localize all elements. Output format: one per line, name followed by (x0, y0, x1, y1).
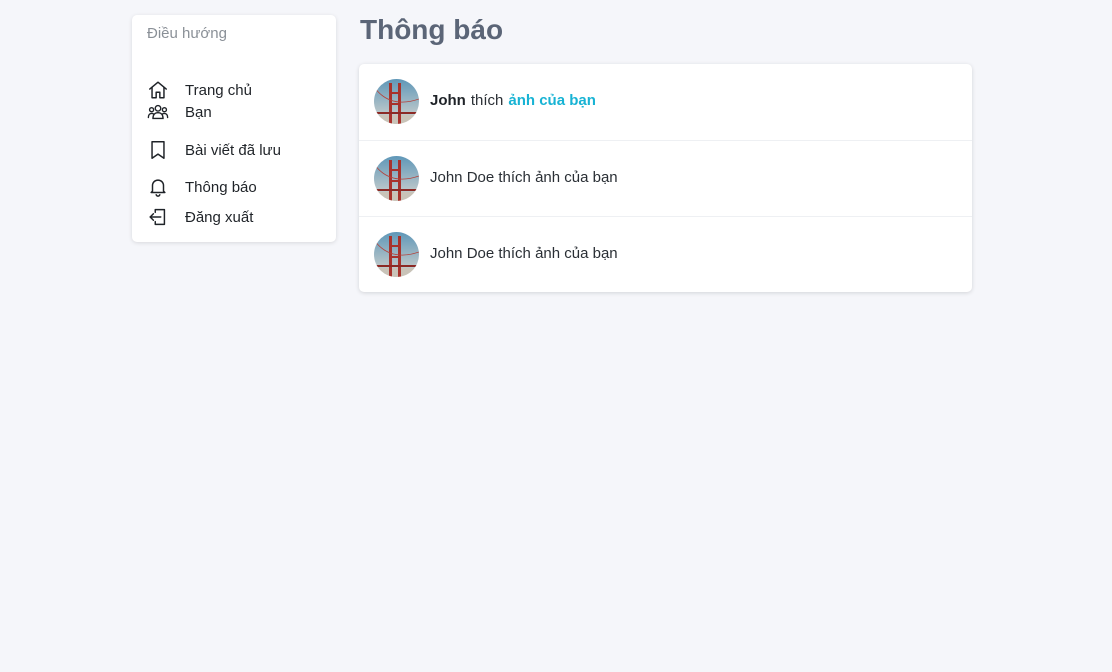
notifications-card: John thích ảnh của bạn John Doe thích ản… (359, 64, 972, 292)
sidebar-item-label: Đăng xuất (185, 208, 254, 226)
home-icon (147, 79, 169, 101)
notification-item[interactable]: John Doe thích ảnh của bạn (359, 216, 972, 292)
notification-verb: thích (470, 92, 504, 109)
sidebar-heading: Điều hướng (147, 25, 227, 42)
notification-text: John thích ảnh của bạn (430, 92, 596, 109)
sidebar-item-saved-posts[interactable]: Bài viết đã lưu (147, 138, 281, 162)
bookmark-icon (147, 139, 169, 161)
sidebar-item-label: Thông báo (185, 178, 257, 196)
logout-icon (147, 206, 169, 228)
bell-icon (147, 176, 169, 198)
notification-item[interactable]: John thích ảnh của bạn (359, 64, 972, 140)
sidebar-item-label: Bạn (185, 103, 212, 121)
friends-icon (147, 101, 169, 123)
sidebar-item-label: Bài viết đã lưu (185, 141, 281, 159)
sidebar-item-label: Trang chủ (185, 81, 252, 99)
sidebar-item-friends[interactable]: Bạn (147, 100, 212, 124)
sidebar-item-notifications[interactable]: Thông báo (147, 175, 257, 199)
avatar[interactable] (374, 79, 419, 124)
notification-text: John Doe thích ảnh của bạn (430, 169, 618, 186)
sidebar-item-logout[interactable]: Đăng xuất (147, 205, 253, 229)
notification-target-link[interactable]: ảnh của bạn (508, 92, 596, 109)
notification-item[interactable]: John Doe thích ảnh của bạn (359, 140, 972, 216)
notification-actor[interactable]: John (430, 92, 466, 109)
sidebar-nav: Điều hướng Trang chủ Bạn Bài viết đã lưu… (132, 15, 336, 242)
avatar[interactable] (374, 156, 419, 201)
page-title: Thông báo (360, 14, 504, 45)
sidebar-item-home[interactable]: Trang chủ (147, 78, 252, 102)
notification-text: John Doe thích ảnh của bạn (430, 245, 618, 262)
avatar[interactable] (374, 232, 419, 277)
